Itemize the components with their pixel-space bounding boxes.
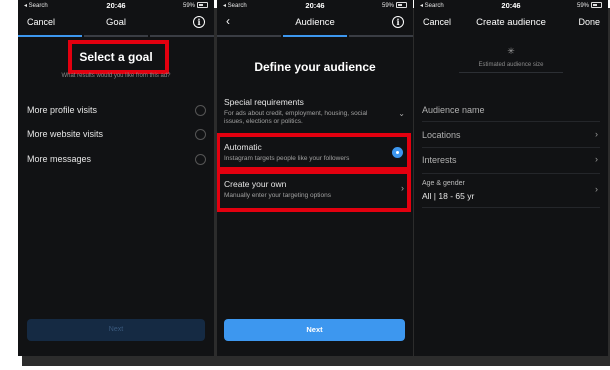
estimated-audience-label: Estimated audience size: [478, 62, 544, 68]
next-button[interactable]: Next: [224, 319, 405, 341]
status-bar: ◂ Search 20:46 59%: [217, 0, 413, 11]
audience-heading: Define your audience: [254, 60, 376, 74]
battery-percent: 59%: [381, 3, 394, 9]
create-audience-screen: ◂ Search 20:46 59% Cancel Create audienc…: [414, 0, 608, 356]
next-button-disabled[interactable]: Next: [27, 319, 205, 341]
automatic-option[interactable]: Automatic Instagram targets people like …: [224, 142, 405, 166]
goal-subheading: What results would you like from this ad…: [61, 73, 171, 79]
nav-bar: Cancel Create audience Done: [414, 12, 608, 34]
progress-step-1: [18, 35, 82, 37]
nav-bar: ‹ Audience i: [217, 12, 413, 34]
create-own-option[interactable]: Create your own Manually enter your targ…: [224, 179, 405, 205]
age-gender-row[interactable]: Age & gender All | 18 - 65 yr ›: [422, 173, 600, 208]
status-bar: ◂ Search 20:46 59%: [414, 0, 608, 11]
status-bar: ◂ Search 20:46 59%: [18, 0, 214, 11]
locations-label: Locations: [422, 130, 461, 140]
create-own-title: Create your own: [224, 179, 287, 189]
age-gender-label: Age & gender: [422, 180, 465, 187]
chevron-right-icon: ›: [595, 154, 598, 164]
radio-profile-visits[interactable]: [195, 105, 206, 116]
nav-bar: Cancel Goal i: [18, 12, 214, 34]
automatic-desc: Instagram targets people like your follo…: [224, 155, 350, 162]
radio-website-visits[interactable]: [195, 129, 206, 140]
radio-messages[interactable]: [195, 154, 206, 165]
progress-step-2: [283, 35, 347, 37]
loading-spinner-icon: ✳: [507, 46, 515, 56]
done-button[interactable]: Done: [578, 17, 600, 27]
chevron-right-icon: ›: [595, 129, 598, 139]
special-requirements-desc: For ads about credit, employment, housin…: [224, 110, 368, 125]
page-title: Audience: [295, 17, 335, 28]
audience-name-field[interactable]: Audience name: [422, 95, 600, 122]
automatic-title: Automatic: [224, 142, 262, 152]
chevron-right-icon: ›: [401, 183, 404, 193]
option-profile-visits[interactable]: More profile visits: [27, 105, 97, 115]
interests-label: Interests: [422, 155, 457, 165]
radio-selected-icon[interactable]: [392, 147, 403, 158]
goal-screen: ◂ Search 20:46 59% Cancel Goal i Select …: [18, 0, 214, 356]
chevron-down-icon: ⌄: [398, 109, 405, 118]
battery-percent: 59%: [576, 3, 589, 9]
battery-icon: [591, 2, 602, 8]
option-messages[interactable]: More messages: [27, 154, 91, 164]
battery-percent: 59%: [182, 3, 195, 9]
progress-step-3: [150, 35, 214, 37]
progress-step-3: [349, 35, 413, 37]
battery-icon: [197, 2, 208, 8]
estimate-bar: [459, 72, 563, 73]
goal-heading: Select a goal: [79, 50, 153, 64]
info-icon[interactable]: i: [193, 16, 205, 28]
progress-step-2: [84, 35, 148, 37]
create-own-desc: Manually enter your targeting options: [224, 192, 331, 199]
age-gender-value: All | 18 - 65 yr: [422, 191, 475, 201]
battery-icon: [396, 2, 407, 8]
page-title: Goal: [105, 17, 127, 28]
special-requirements-row[interactable]: Special requirements For ads about credi…: [224, 97, 405, 129]
locations-row[interactable]: Locations ›: [422, 121, 600, 148]
special-requirements-title: Special requirements: [224, 97, 304, 107]
chevron-right-icon: ›: [595, 184, 598, 194]
interests-row[interactable]: Interests ›: [422, 147, 600, 174]
info-icon[interactable]: i: [392, 16, 404, 28]
audience-name-label: Audience name: [422, 105, 485, 115]
progress-step-1: [217, 35, 281, 37]
audience-screen: ◂ Search 20:46 59% ‹ Audience i Define y…: [217, 0, 413, 356]
option-website-visits[interactable]: More website visits: [27, 129, 103, 139]
